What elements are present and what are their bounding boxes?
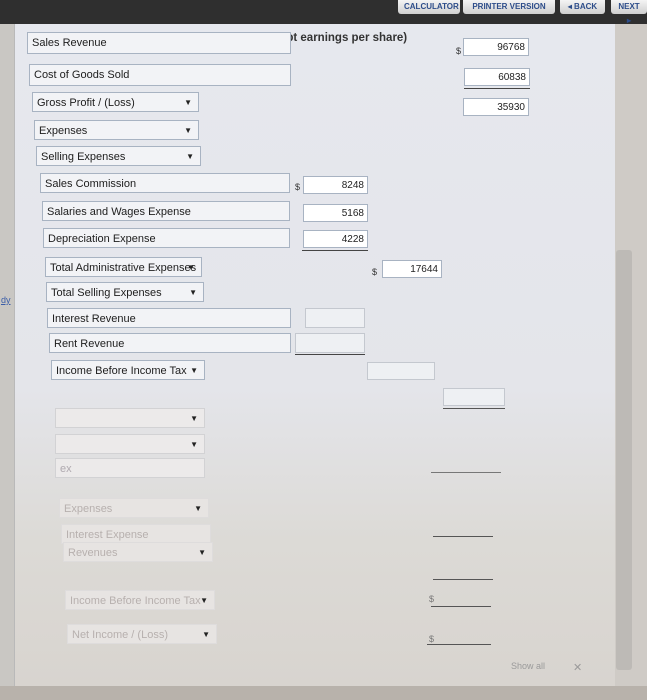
calculator-button[interactable]: CALCULATOR (398, 0, 460, 14)
depreciation-amount[interactable]: 4228 (303, 230, 368, 248)
scrollbar[interactable] (616, 250, 632, 670)
faded-expenses-select[interactable]: Expenses (59, 498, 209, 519)
salaries-label[interactable]: Salaries and Wages Expense (42, 201, 290, 221)
salaries-amount[interactable]: 5168 (303, 204, 368, 222)
bottom-band (0, 686, 647, 700)
printer-version-button[interactable]: PRINTER VERSION (463, 0, 555, 14)
faded-income-before-tax-select[interactable]: Income Before Income Tax (65, 590, 215, 611)
faded-underline (433, 536, 493, 537)
depreciation-underline (302, 250, 368, 251)
blank-select[interactable] (55, 408, 205, 429)
rent-revenue-amount[interactable] (295, 333, 365, 353)
income-statement-form: (In thousands, except earnings per share… (14, 24, 615, 686)
faded-revenues-select[interactable]: Revenues (63, 542, 213, 563)
interest-revenue-amount[interactable] (305, 308, 365, 328)
cogs-amount[interactable]: 60838 (464, 68, 530, 86)
currency-sign: $ (295, 182, 301, 192)
sales-revenue-amount[interactable]: 96768 (463, 38, 529, 56)
back-button[interactable]: ◂ BACK (560, 0, 605, 14)
depreciation-label[interactable]: Depreciation Expense (43, 228, 290, 248)
currency-sign: $ (429, 594, 435, 604)
currency-sign: $ (372, 267, 378, 277)
gross-profit-select[interactable]: Gross Profit / (Loss) (32, 92, 199, 113)
top-toolbar: CALCULATOR PRINTER VERSION ◂ BACK NEXT ▸ (0, 0, 647, 25)
total-selling-select[interactable]: Total Selling Expenses (46, 282, 204, 303)
sales-commission-label[interactable]: Sales Commission (40, 173, 290, 193)
faded-interest-expense-label[interactable]: Interest Expense (61, 524, 211, 544)
faded-ex-label[interactable]: ex (55, 458, 205, 478)
selling-expenses-select[interactable]: Selling Expenses (36, 146, 201, 167)
side-note: dy (1, 295, 11, 305)
blank-select[interactable] (55, 434, 205, 455)
next-button[interactable]: NEXT ▸ (611, 0, 647, 25)
left-margin: dy (0, 24, 14, 686)
show-all-link[interactable]: Show all (511, 661, 545, 671)
rent-revenue-label[interactable]: Rent Revenue (49, 333, 291, 353)
total-admin-amount[interactable]: 17644 (382, 260, 442, 278)
faded-amount-box[interactable] (443, 388, 505, 406)
gross-profit-amount[interactable]: 35930 (463, 98, 529, 116)
faded-underline (433, 579, 493, 580)
expenses-select[interactable]: Expenses (34, 120, 199, 141)
faded-underline (443, 408, 505, 409)
currency-sign: $ (429, 634, 435, 644)
cogs-label[interactable]: Cost of Goods Sold (29, 64, 291, 86)
sales-revenue-label[interactable]: Sales Revenue (27, 32, 291, 54)
total-admin-select[interactable]: Total Administrative Expenses (45, 257, 202, 278)
income-before-tax-select[interactable]: Income Before Income Tax (51, 360, 205, 381)
interest-revenue-label[interactable]: Interest Revenue (47, 308, 291, 328)
faded-underline (431, 472, 501, 473)
faded-underline (431, 606, 491, 607)
close-icon[interactable]: ✕ (573, 661, 582, 674)
rent-revenue-underline (295, 354, 365, 355)
cogs-underline (464, 88, 530, 89)
faded-underline (427, 644, 491, 645)
income-before-tax-amount[interactable] (367, 362, 435, 380)
sales-commission-amount[interactable]: 8248 (303, 176, 368, 194)
faded-net-income-select[interactable]: Net Income / (Loss) (67, 624, 217, 645)
currency-sign: $ (456, 46, 462, 56)
